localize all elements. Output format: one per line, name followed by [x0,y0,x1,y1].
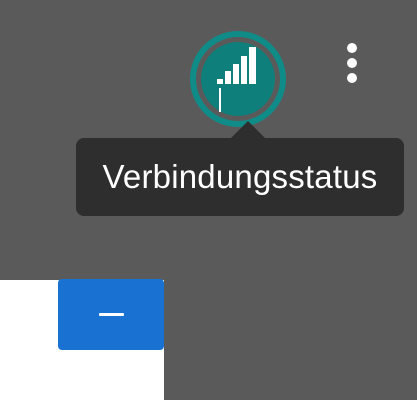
collapse-button[interactable] [58,279,164,350]
tooltip-text: Verbindungsstatus [102,158,378,195]
more-options-button[interactable] [334,40,372,86]
connection-status-button[interactable] [189,30,287,128]
more-vertical-icon [347,43,357,53]
signal-strength-icon [190,31,286,127]
minus-icon [98,313,124,316]
more-dot [347,73,357,83]
tooltip: Verbindungsstatus [76,121,404,216]
more-dot [347,58,357,68]
